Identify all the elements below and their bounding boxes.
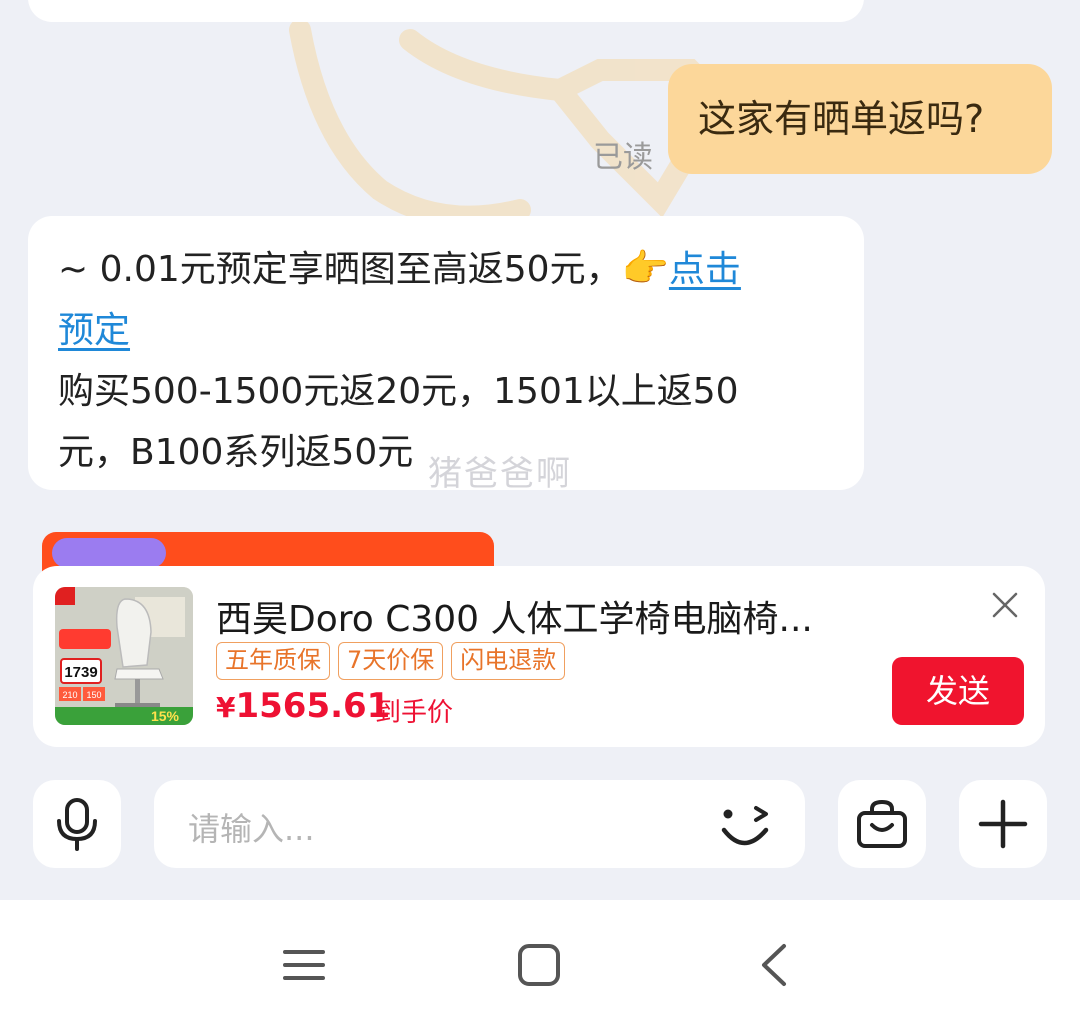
product-tags: 五年质保 7天价保 闪电退款 — [216, 642, 566, 680]
input-placeholder: 请输入... — [188, 810, 315, 848]
tag-fast-refund: 闪电退款 — [451, 642, 566, 680]
product-title[interactable]: 西昊Doro C300 人体工学椅电脑椅... — [216, 590, 876, 642]
product-image[interactable]: 1739 210 150 15% — [55, 587, 193, 725]
pointing-hand-icon: 👉 — [621, 246, 669, 290]
product-price: ¥1565.61 — [216, 686, 390, 726]
currency-symbol: ¥ — [216, 691, 236, 724]
shopping-bag-button[interactable] — [838, 780, 926, 868]
more-button[interactable] — [959, 780, 1047, 868]
price-value: 1565.61 — [235, 686, 391, 726]
image-badge-210: 210 — [62, 690, 77, 700]
home-square-icon[interactable] — [514, 940, 564, 990]
emoji-wink-icon[interactable] — [716, 800, 776, 854]
voice-button[interactable] — [33, 780, 121, 868]
read-status: 已读 — [593, 140, 653, 175]
microphone-icon — [57, 798, 97, 851]
shopping-bag-icon — [857, 799, 907, 848]
product-card[interactable]: 1739 210 150 15% 西昊Doro C300 人体工学椅电脑椅...… — [33, 566, 1045, 747]
watermark: 猪爸爸啊 — [428, 454, 572, 494]
plus-icon — [978, 799, 1028, 849]
promo-badge — [52, 538, 166, 568]
image-badge-150: 150 — [86, 690, 101, 700]
product-image-graphic: 1739 210 150 15% — [55, 587, 193, 725]
previous-message-bubble — [28, 0, 864, 22]
back-chevron-icon[interactable] — [750, 940, 800, 990]
image-discount-text: 15% — [151, 708, 180, 724]
system-nav-bar — [0, 900, 1080, 1031]
outgoing-message-text: 这家有晒单返吗? — [698, 97, 985, 141]
close-icon[interactable] — [990, 590, 1020, 620]
message-line-2: 预定 — [58, 300, 824, 361]
tag-price-protection: 7天价保 — [338, 642, 444, 680]
message-text: ~ 0.01元预定享晒图至高返50元， — [58, 249, 622, 290]
image-price-badge: 1739 — [64, 664, 97, 681]
menu-icon[interactable] — [279, 940, 329, 990]
outgoing-message-bubble[interactable]: 这家有晒单返吗? — [668, 64, 1052, 174]
reserve-link[interactable]: 点击 — [669, 249, 741, 290]
tag-warranty: 五年质保 — [216, 642, 330, 680]
message-input[interactable]: 请输入... — [154, 780, 805, 868]
reserve-link-continued[interactable]: 预定 — [58, 310, 130, 351]
message-line-3: 购买500-1500元返20元，1501以上返50 — [58, 371, 739, 412]
price-label: 到手价 — [375, 698, 454, 728]
message-line-1: ~ 0.01元预定享晒图至高返50元，👉点击 — [58, 238, 824, 300]
send-button[interactable]: 发送 — [892, 657, 1024, 725]
